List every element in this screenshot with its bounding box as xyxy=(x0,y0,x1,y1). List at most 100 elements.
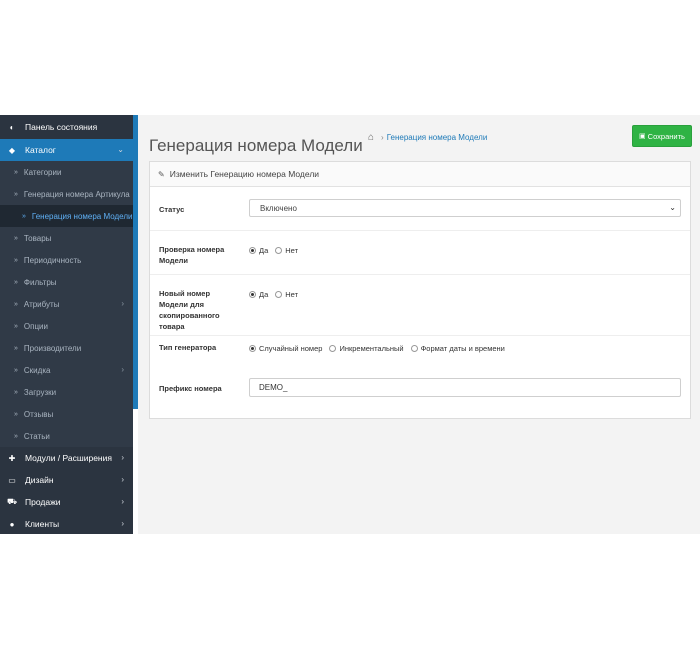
sidebar-item-label: Дизайн xyxy=(25,475,54,485)
new-model-label: Новый номер Модели для скопированного то… xyxy=(159,288,239,332)
generator-random-radio[interactable]: Случайный номер xyxy=(249,344,322,353)
double-chevron-icon: » xyxy=(14,235,18,242)
prefix-input[interactable]: DEMO_ xyxy=(249,378,681,397)
new-model-no-radio[interactable]: Нет xyxy=(275,290,298,299)
radio-label: Нет xyxy=(285,290,298,299)
radio-dot xyxy=(249,247,256,254)
sidebar-item-label: Производители xyxy=(24,344,81,353)
new-model-yes-radio[interactable]: Да xyxy=(249,290,268,299)
tag-icon: ◆ xyxy=(6,146,18,155)
admin-app: ◐ Панель состояния ◆ Каталог ⌄ » Категори… xyxy=(0,115,700,534)
radio-dot xyxy=(411,345,418,352)
sidebar-item-filters[interactable]: » Фильтры xyxy=(0,271,133,293)
sidebar-item-manufacturers[interactable]: »Производители xyxy=(0,337,133,359)
chevron-right-icon: › xyxy=(121,365,124,374)
generator-type-radios: Случайный номер Инкрементальный Формат д… xyxy=(249,344,512,353)
check-model-label: Проверка номера Модели xyxy=(159,244,239,266)
sidebar-item-options[interactable]: »Опции xyxy=(0,315,133,337)
breadcrumb: ⌂ › Генерация номера Модели xyxy=(368,132,487,143)
new-model-radios: Да Нет xyxy=(249,290,305,299)
cart-icon: ⛟ xyxy=(6,497,18,507)
sidebar-item-articles[interactable]: » Статьи xyxy=(0,425,133,447)
user-icon: ● xyxy=(6,520,18,529)
sidebar-item-design[interactable]: ▭ Дизайн › xyxy=(0,469,133,491)
panel-title: Изменить Генерацию номера Модели xyxy=(170,169,319,179)
sidebar-item-discount[interactable]: » Скидка › xyxy=(0,359,133,381)
sidebar-item-label: Атрибуты xyxy=(24,300,60,309)
generator-incremental-radio[interactable]: Инкрементальный xyxy=(329,344,403,353)
page-title: Генерация номера Модели xyxy=(149,136,363,156)
save-icon: ▣ xyxy=(639,132,646,140)
status-row: Статус Включено ⌄ xyxy=(150,187,690,231)
dashboard-icon: ◐ xyxy=(6,123,18,132)
save-button[interactable]: ▣ Сохранить xyxy=(632,125,692,147)
check-model-yes-radio[interactable]: Да xyxy=(249,246,268,255)
chevron-down-icon: ⌄ xyxy=(669,203,676,212)
sidebar-item-reviews[interactable]: »Отзывы xyxy=(0,403,133,425)
radio-dot xyxy=(275,247,282,254)
double-chevron-icon: » xyxy=(14,301,18,308)
status-label: Статус xyxy=(159,204,239,215)
monitor-icon: ▭ xyxy=(6,476,18,485)
double-chevron-icon: » xyxy=(14,433,18,440)
sidebar-item-label: Скидка xyxy=(24,366,51,375)
double-chevron-icon: » xyxy=(14,367,18,374)
sidebar-item-customers[interactable]: ● Клиенты › xyxy=(0,513,133,534)
sidebar-item-categories[interactable]: » Категории xyxy=(0,161,133,183)
check-model-radios: Да Нет xyxy=(249,246,305,255)
sidebar-item-label: Каталог xyxy=(25,145,56,155)
prefix-label: Префикс номера xyxy=(159,383,239,394)
sidebar-item-products[interactable]: » Товары xyxy=(0,227,133,249)
puzzle-icon: ✚ xyxy=(6,454,18,463)
sidebar-item-label: Статьи xyxy=(24,432,50,441)
sidebar-item-label: Категории xyxy=(24,168,62,177)
sidebar-item-label: Фильтры xyxy=(24,278,57,287)
generator-datetime-radio[interactable]: Формат даты и времени xyxy=(411,344,505,353)
sidebar-item-recurring[interactable]: »Периодичность xyxy=(0,249,133,271)
radio-label: Да xyxy=(259,290,268,299)
radio-label: Случайный номер xyxy=(259,344,322,353)
double-chevron-icon: » xyxy=(14,279,18,286)
sidebar-item-label: Генерация номера Модели xyxy=(32,212,133,221)
home-icon[interactable]: ⌂ xyxy=(368,132,374,143)
sidebar-item-model-generation[interactable]: »Генерация номера Модели xyxy=(0,205,133,227)
new-model-row: Новый номер Модели для скопированного то… xyxy=(150,275,690,336)
generator-type-row: Тип генератора Случайный номер Инкремент… xyxy=(150,336,690,366)
prefix-row: Префикс номера DEMO_ xyxy=(150,367,690,412)
radio-dot xyxy=(329,345,336,352)
double-chevron-icon: » xyxy=(14,323,18,330)
radio-label: Нет xyxy=(285,246,298,255)
status-select-value: Включено xyxy=(260,204,297,213)
save-button-label: Сохранить xyxy=(648,132,685,141)
radio-dot xyxy=(249,345,256,352)
double-chevron-icon: » xyxy=(14,169,18,176)
status-select[interactable]: Включено ⌄ xyxy=(249,199,681,217)
sidebar-item-dashboard[interactable]: ◐ Панель состояния xyxy=(0,115,133,139)
check-model-row: Проверка номера Модели Да Нет xyxy=(150,231,690,275)
radio-label: Формат даты и времени xyxy=(421,344,505,353)
double-chevron-icon: » xyxy=(14,389,18,396)
sidebar-item-catalog[interactable]: ◆ Каталог ⌄ xyxy=(0,139,133,161)
sidebar-item-attributes[interactable]: » Атрибуты › xyxy=(0,293,133,315)
chevron-right-icon: › xyxy=(121,299,124,308)
check-model-no-radio[interactable]: Нет xyxy=(275,246,298,255)
chevron-right-icon: › xyxy=(121,519,124,528)
radio-label: Да xyxy=(259,246,268,255)
sidebar-item-label: Продажи xyxy=(25,497,61,507)
chevron-right-icon: › xyxy=(121,497,124,506)
chevron-down-icon: ⌄ xyxy=(117,145,124,154)
breadcrumb-separator: › xyxy=(381,133,384,142)
settings-panel: ✎ Изменить Генерацию номера Модели Стату… xyxy=(149,161,691,419)
sidebar-item-label: Клиенты xyxy=(25,519,59,529)
sidebar-item-label: Периодичность xyxy=(24,256,81,265)
sidebar-item-sku-generation[interactable]: »Генерация номера Артикула xyxy=(0,183,133,205)
sidebar-item-label: Товары xyxy=(24,234,52,243)
sidebar-item-label: Модули / Расширения xyxy=(25,453,112,463)
sidebar-item-extensions[interactable]: ✚ Модули / Расширения › xyxy=(0,447,133,469)
sidebar-item-sales[interactable]: ⛟ Продажи › xyxy=(0,491,133,513)
sidebar-item-label: Генерация номера Артикула xyxy=(24,190,130,199)
breadcrumb-current[interactable]: Генерация номера Модели xyxy=(387,133,488,142)
sidebar-item-downloads[interactable]: »Загрузки xyxy=(0,381,133,403)
chevron-right-icon: › xyxy=(121,453,124,462)
sidebar-item-label: Панель состояния xyxy=(25,122,97,132)
